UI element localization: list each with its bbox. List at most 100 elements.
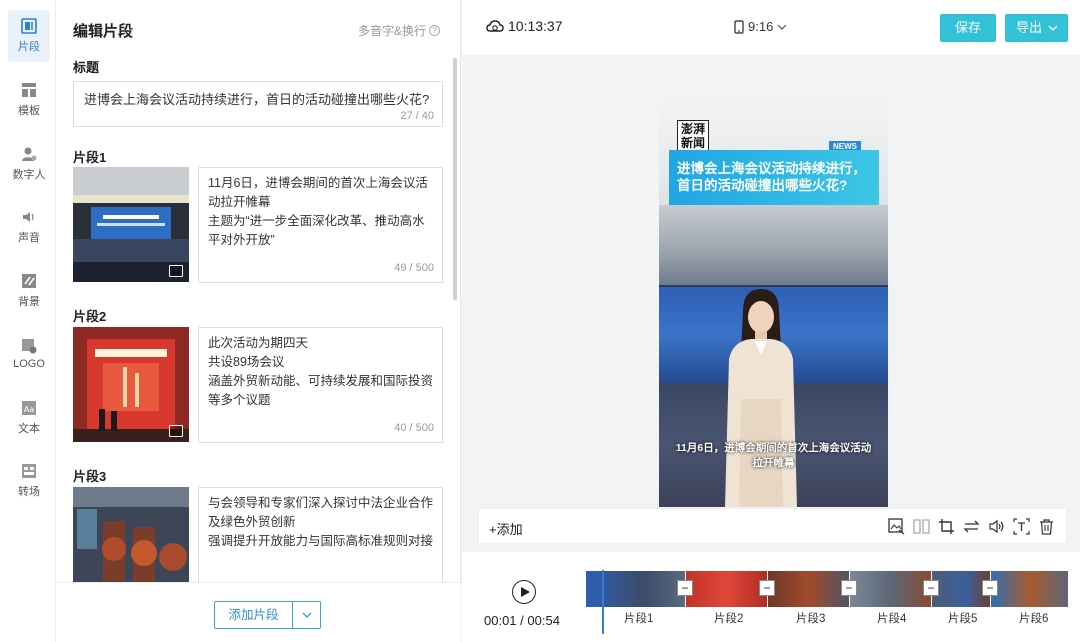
video-preview[interactable]: 澎湃新闻 NEWS 进博会上海会议活动持续进行， 首日的活动碰撞出哪些火花? 1… <box>659 101 888 507</box>
rail-item-digital-human[interactable]: 数字人 <box>8 138 50 190</box>
add-element-button[interactable]: +添加 <box>489 519 523 538</box>
clip-icon <box>21 18 37 34</box>
rail-item-label: LOGO <box>13 358 45 370</box>
timeline-clip[interactable]: − <box>686 571 775 607</box>
transition-icon <box>21 463 37 479</box>
save-button[interactable]: 保存 <box>940 14 996 42</box>
subtitle-line: 拉开帷幕 <box>752 457 795 469</box>
char-counter: 40 / 500 <box>394 422 434 434</box>
rail-item-label: 声音 <box>18 232 40 244</box>
current-time: 00:01 <box>484 613 517 628</box>
segment-text-line: 主题为“进一步全面深化改革、推动高水 <box>208 214 425 228</box>
clip-label: 片段6 <box>1019 613 1049 625</box>
segment-text-line: 及绿色外贸创新 <box>208 515 296 529</box>
segment-text-line: 平对外开放” <box>208 233 275 247</box>
chevron-down-icon <box>1048 25 1058 31</box>
total-time: 00:54 <box>527 613 560 628</box>
flip-icon[interactable] <box>962 517 981 536</box>
replace-image-icon[interactable] <box>169 425 183 437</box>
preview-subtitle: 11月6日，进博会期间的首次上海会议活动 拉开帷幕 <box>659 441 888 471</box>
split-icon[interactable] <box>912 517 931 536</box>
segment-text-line: 11月6日，进博会期间的首次上海会议活 <box>208 176 428 190</box>
timeline-clip[interactable]: − <box>932 571 998 607</box>
text-frame-icon[interactable] <box>1012 517 1031 536</box>
clip-label: 片段5 <box>948 613 978 625</box>
timeline-clip[interactable] <box>991 571 1068 607</box>
clip-labels: 片段1 片段2 片段3 片段4 片段5 片段6 <box>586 610 1068 626</box>
add-segment-dropdown[interactable] <box>293 602 320 628</box>
rail-item-label: 文本 <box>18 423 40 435</box>
panel-scrollbar[interactable] <box>453 58 457 300</box>
clip-label: 片段4 <box>877 613 907 625</box>
segment-label: 片段2 <box>73 309 107 324</box>
title-input-value: 进博会上海会议活动持续进行，首日的活动碰撞出哪些火花? <box>84 92 430 107</box>
template-icon <box>21 82 37 98</box>
logo-icon <box>21 338 37 354</box>
image-replace-icon[interactable] <box>887 517 906 536</box>
cloud-sync-icon <box>486 20 504 32</box>
segment-text-line: 涵盖外贸新动能、可持续发展和国际投资 <box>208 374 434 388</box>
segment-thumbnail[interactable] <box>73 487 189 582</box>
add-segment-button[interactable]: 添加片段 <box>215 602 293 628</box>
timeline: 00:01 / 00:54 − − − − − 片段1 片段2 片段3 片段4 … <box>462 552 1080 642</box>
rail-item-logo[interactable]: LOGO <box>8 328 50 380</box>
rail-item-text[interactable]: Aa 文本 <box>8 392 50 444</box>
clip-boundary-marker[interactable]: − <box>923 580 939 596</box>
preview-title-line: 进博会上海会议活动持续进行， <box>677 161 866 176</box>
help-label: 多音字&换行 <box>357 24 426 38</box>
preview-hall-bg <box>659 205 888 285</box>
timeline-clip[interactable]: − <box>586 571 693 607</box>
rail-item-sound[interactable]: 声音 <box>8 201 50 253</box>
play-button[interactable] <box>512 580 536 604</box>
help-icon: ? <box>429 25 440 36</box>
clip-boundary-marker[interactable]: − <box>677 580 693 596</box>
sound-icon <box>21 209 37 225</box>
digital-human-icon <box>21 146 37 162</box>
crop-icon[interactable] <box>937 517 956 536</box>
rail-item-clips[interactable]: 片段 <box>8 10 50 62</box>
svg-text:Aa: Aa <box>24 405 34 414</box>
timeline-clip[interactable]: − <box>768 571 857 607</box>
rail-item-label: 片段 <box>18 41 40 53</box>
timeline-clip[interactable]: − <box>850 571 939 607</box>
panel-footer: 添加片段 <box>56 582 461 642</box>
phone-icon <box>734 19 744 34</box>
clip-label: 片段1 <box>624 613 654 625</box>
aspect-ratio-select[interactable]: 9:16 <box>734 19 787 34</box>
char-counter: 49 / 500 <box>394 262 434 274</box>
export-label: 导出 <box>1016 20 1043 35</box>
chevron-down-icon <box>777 24 787 30</box>
delete-icon[interactable] <box>1037 517 1056 536</box>
segment-text-input[interactable]: 此次活动为期四天 共设89场会议 涵盖外贸新动能、可持续发展和国际投资 等多个议… <box>198 327 443 443</box>
play-icon <box>521 586 530 597</box>
preview-topbar: 10:13:37 9:16 保存 导出 <box>462 0 1080 56</box>
segment-text-line: 强调提升开放能力与国际高标准规则对接 <box>208 534 434 548</box>
rail-item-label: 模板 <box>18 105 40 117</box>
segment-label: 片段3 <box>73 469 107 484</box>
background-icon <box>21 273 37 289</box>
export-button[interactable]: 导出 <box>1005 14 1068 42</box>
clip-boundary-marker[interactable]: − <box>759 580 775 596</box>
rail-item-background[interactable]: 背景 <box>8 265 50 317</box>
rail-item-transition[interactable]: 转场 <box>8 455 50 507</box>
clip-strip[interactable]: − − − − − <box>586 571 1068 607</box>
rail-item-templates[interactable]: 模板 <box>8 74 50 126</box>
segment-text-line: 与会领导和专家们深入探讨中法企业合作 <box>208 496 434 510</box>
segment-text-input[interactable]: 11月6日，进博会期间的首次上海会议活 动拉开帷幕 主题为“进一步全面深化改革、… <box>198 167 443 283</box>
clip-label: 片段2 <box>714 613 744 625</box>
polyphone-help-link[interactable]: 多音字&换行 ? <box>358 22 440 39</box>
segment-text-input[interactable]: 与会领导和专家们深入探讨中法企业合作 及绿色外贸创新 强调提升开放能力与国际高标… <box>198 487 443 583</box>
playback-time: 00:01 / 00:54 <box>484 613 560 628</box>
segment-thumbnail[interactable] <box>73 327 189 442</box>
replace-image-icon[interactable] <box>169 265 183 277</box>
autosave-status: 10:13:37 <box>486 18 563 34</box>
clip-boundary-marker[interactable]: − <box>982 580 998 596</box>
volume-icon[interactable] <box>987 517 1006 536</box>
clip-boundary-marker[interactable]: − <box>841 580 857 596</box>
segment-thumbnail[interactable] <box>73 167 189 282</box>
time-separator: / <box>516 613 528 628</box>
segment-text-line: 动拉开帷幕 <box>208 195 271 209</box>
preview-title-line: 首日的活动碰撞出哪些火花? <box>677 178 848 193</box>
preview-title-banner: 进博会上海会议活动持续进行， 首日的活动碰撞出哪些火花? <box>669 150 879 205</box>
title-input[interactable]: 进博会上海会议活动持续进行，首日的活动碰撞出哪些火花? 27 / 40 <box>73 81 443 127</box>
